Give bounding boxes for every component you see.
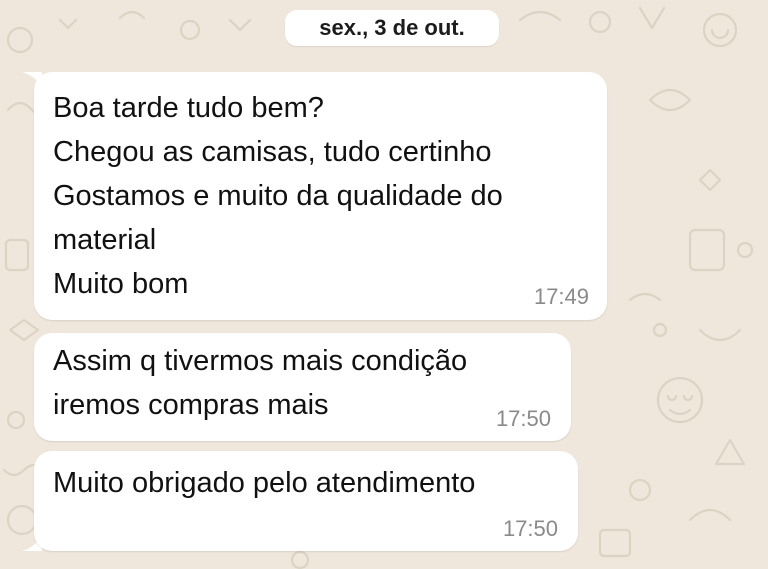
message-line: Muito obrigado pelo atendimento bbox=[53, 467, 476, 499]
message-line: Chegou as camisas, tudo certinho bbox=[53, 136, 492, 168]
message-line: material bbox=[53, 224, 157, 256]
message-line: Muito bom bbox=[53, 268, 189, 300]
message-bubble[interactable]: Boa tarde tudo bem? Chegou as camisas, t… bbox=[34, 72, 607, 320]
message-line: Boa tarde tudo bem? bbox=[53, 92, 324, 124]
message-timestamp: 17:50 bbox=[502, 516, 558, 541]
message-line: Assim q tivermos mais condição bbox=[53, 345, 468, 377]
date-separator: sex., 3 de out. bbox=[285, 10, 499, 46]
message-timestamp: 17:49 bbox=[533, 284, 589, 309]
message-timestamp: 17:50 bbox=[495, 406, 551, 431]
message-bubble[interactable]: Assim q tivermos mais condição iremos co… bbox=[34, 333, 571, 441]
message-bubble[interactable]: Muito obrigado pelo atendimento 17:50 bbox=[34, 451, 578, 551]
message-line: iremos compras mais bbox=[53, 389, 329, 421]
message-line: Gostamos e muito da qualidade do bbox=[53, 180, 503, 212]
